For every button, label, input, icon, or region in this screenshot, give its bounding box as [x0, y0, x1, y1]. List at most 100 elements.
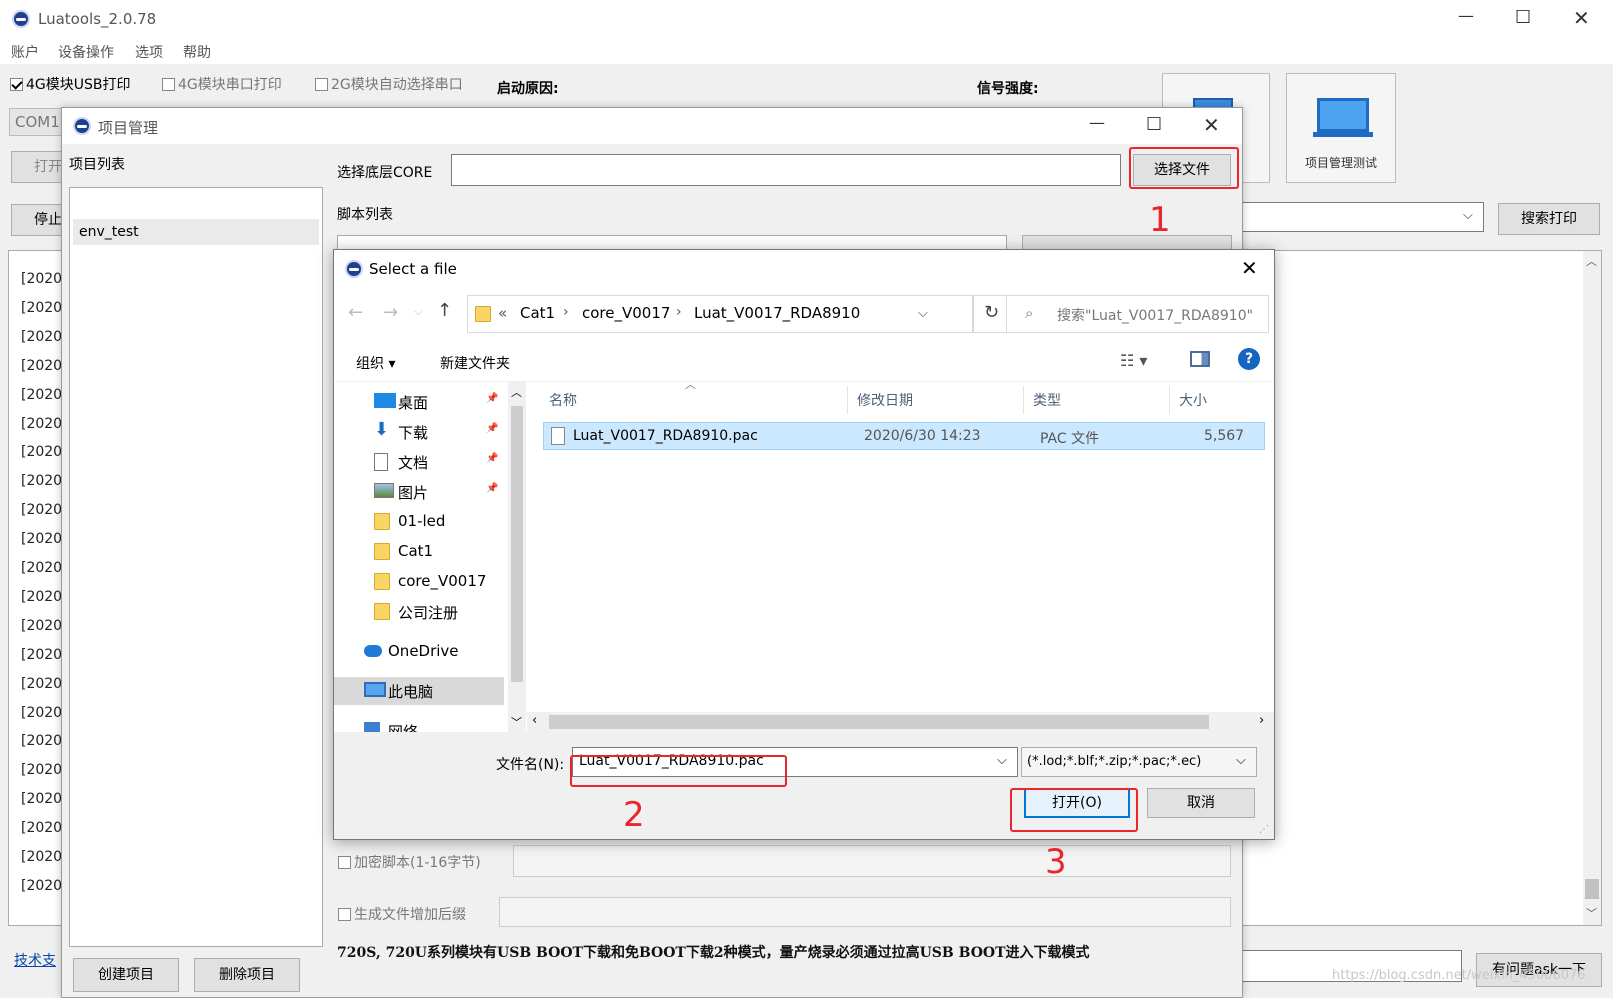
- menu-account[interactable]: 账户: [11, 42, 39, 62]
- breadcrumb-luat[interactable]: Luat_V0017_RDA8910: [694, 304, 860, 322]
- nav-scroll-down-icon[interactable]: ﹀: [511, 714, 522, 730]
- file-row[interactable]: Luat_V0017_RDA8910.pac 2020/6/30 14:23 P…: [543, 422, 1265, 450]
- nav-item-label: 桌面: [398, 394, 429, 412]
- usb-print-checkbox[interactable]: [10, 78, 23, 91]
- hscroll-thumb[interactable]: [549, 715, 1209, 729]
- filename-label: 文件名(N):: [496, 757, 565, 773]
- menu-device-ops[interactable]: 设备操作: [58, 42, 114, 62]
- project-close-icon[interactable]: ✕: [1203, 113, 1220, 137]
- nav-scroll-thumb[interactable]: [511, 406, 523, 682]
- col-size[interactable]: 大小: [1179, 390, 1207, 410]
- nav-item[interactable]: 桌面 📌: [334, 388, 504, 416]
- cloud-icon: [364, 645, 382, 657]
- help-icon[interactable]: ?: [1238, 348, 1260, 370]
- scroll-down-icon[interactable]: ﹀: [1586, 905, 1597, 921]
- maximize-icon[interactable]: ☐: [1515, 7, 1531, 28]
- back-icon[interactable]: ←: [348, 302, 363, 323]
- watermark: https://blog.csdn.net/weixin_45006076: [1332, 968, 1586, 983]
- project-manage-test-button[interactable]: 项目管理测试: [1286, 73, 1396, 183]
- nav-item-label: 公司注册: [398, 604, 459, 622]
- filename-dropdown-icon[interactable]: ⌵: [997, 753, 1007, 768]
- pin-icon: 📌: [486, 423, 499, 434]
- nav-scrollbar[interactable]: ︿ ﹀: [508, 382, 526, 732]
- project-item-env-test[interactable]: env_test: [73, 219, 319, 245]
- usb-boot-notice: 720S, 720U系列模块有USB BOOT下载和免BOOT下载2种模式，量产…: [337, 945, 1090, 961]
- dialog-cancel-button[interactable]: 取消: [1147, 788, 1255, 818]
- file-dialog: Select a file ✕ ← → ⌵ ↑ « Cat1 › core_V0…: [333, 249, 1275, 840]
- option-auto-serial[interactable]: 2G模块自动选择串口: [315, 74, 463, 94]
- serial-print-checkbox[interactable]: [162, 78, 175, 91]
- address-dropdown-icon[interactable]: ⌵: [918, 306, 928, 321]
- option-serial-print[interactable]: 4G模块串口打印: [162, 74, 282, 94]
- search-print-button[interactable]: 搜索打印: [1498, 203, 1600, 235]
- menu-options[interactable]: 选项: [135, 42, 163, 62]
- nav-item[interactable]: 文档 📌: [334, 448, 504, 476]
- nav-item[interactable]: ⬇ 下载 📌: [334, 418, 504, 446]
- scroll-thumb[interactable]: [1585, 879, 1599, 899]
- nav-item[interactable]: 此电脑: [334, 677, 504, 705]
- port-select[interactable]: ⌵: [1240, 202, 1484, 232]
- suffix-checkbox[interactable]: [338, 908, 351, 921]
- encrypt-option[interactable]: 加密脚本(1-16字节): [338, 852, 481, 872]
- hscroll-right-icon[interactable]: ›: [1259, 713, 1264, 728]
- nav-item[interactable]: 公司注册: [334, 598, 504, 626]
- project-minimize-icon[interactable]: —: [1089, 113, 1105, 132]
- tech-support-link[interactable]: 技术支: [14, 950, 56, 970]
- recent-chevron-icon[interactable]: ⌵: [414, 305, 422, 319]
- filetype-select[interactable]: (*.lod;*.blf;*.zip;*.pac;*.ec) ⌵: [1021, 747, 1257, 777]
- pin-icon: 📌: [486, 453, 499, 464]
- resize-grip-icon[interactable]: ⋰: [1259, 824, 1269, 835]
- organize-button[interactable]: 组织 ▾: [356, 353, 395, 373]
- create-project-button[interactable]: 创建项目: [73, 958, 179, 992]
- auto-serial-checkbox[interactable]: [315, 78, 328, 91]
- nav-item[interactable]: core_V0017: [334, 568, 504, 596]
- core-path-input[interactable]: [451, 154, 1121, 186]
- log-scrollbar[interactable]: ︿ ﹀: [1583, 251, 1601, 925]
- col-name[interactable]: 名称: [549, 390, 577, 410]
- minimize-icon[interactable]: —: [1458, 6, 1474, 25]
- breadcrumb-cat1[interactable]: Cat1: [520, 304, 555, 322]
- chevron-down-icon: ⌵: [1463, 208, 1473, 223]
- new-folder-button[interactable]: 新建文件夹: [440, 353, 510, 373]
- nav-item[interactable]: 图片 📌: [334, 478, 504, 506]
- com-select[interactable]: COM1: [9, 108, 69, 136]
- up-icon[interactable]: ↑: [437, 300, 452, 321]
- nav-scroll-up-icon[interactable]: ︿: [511, 384, 522, 400]
- dialog-close-icon[interactable]: ✕: [1241, 256, 1258, 280]
- option-usb-print[interactable]: 4G模块USB打印: [10, 74, 131, 94]
- filetype-dropdown-icon[interactable]: ⌵: [1236, 753, 1246, 768]
- scroll-up-icon[interactable]: ︿: [1586, 253, 1597, 269]
- project-maximize-icon[interactable]: ☐: [1146, 114, 1162, 135]
- encrypt-checkbox[interactable]: [338, 856, 351, 869]
- column-header-row: 名称 修改日期 类型 大小: [527, 382, 1274, 414]
- nav-item-label: OneDrive: [388, 642, 459, 660]
- main-title: Luatools_2.0.78: [38, 10, 157, 28]
- col-date[interactable]: 修改日期: [857, 390, 913, 410]
- close-icon[interactable]: ✕: [1573, 6, 1590, 30]
- nav-pane: 桌面 📌 ⬇ 下载 📌 文档 📌 图片 📌 01-led Cat1 core_V0017 公司注册 One…: [334, 382, 527, 741]
- nav-item[interactable]: Cat1: [334, 538, 504, 566]
- desktop-icon: [374, 393, 396, 408]
- menu-help[interactable]: 帮助: [183, 42, 211, 62]
- folder-icon: [374, 603, 390, 620]
- file-doc-icon: [551, 427, 565, 445]
- hscroll-left-icon[interactable]: ‹: [532, 713, 537, 728]
- nav-item[interactable]: OneDrive: [334, 638, 504, 666]
- encrypt-key-input[interactable]: [513, 845, 1231, 877]
- search-box[interactable]: ⌕ 搜索"Luat_V0017_RDA8910": [1006, 295, 1269, 333]
- suffix-input[interactable]: [499, 897, 1231, 927]
- project-list-label: 项目列表: [69, 157, 125, 173]
- project-title-bar: 项目管理 — ☐ ✕: [62, 108, 1242, 144]
- project-list[interactable]: env_test: [69, 187, 323, 947]
- preview-pane-icon[interactable]: [1190, 351, 1210, 367]
- address-bar[interactable]: « Cat1 › core_V0017 › Luat_V0017_RDA8910…: [467, 295, 973, 333]
- nav-item[interactable]: 01-led: [334, 508, 504, 536]
- delete-project-button[interactable]: 删除项目: [194, 958, 300, 992]
- folder-icon: [374, 573, 390, 590]
- file-hscrollbar[interactable]: ‹ ›: [527, 712, 1274, 732]
- forward-icon[interactable]: →: [383, 302, 398, 323]
- col-type[interactable]: 类型: [1033, 390, 1061, 410]
- breadcrumb-core[interactable]: core_V0017: [582, 304, 670, 322]
- view-options-icon[interactable]: ☷ ▾: [1120, 351, 1147, 370]
- suffix-option[interactable]: 生成文件增加后缀: [338, 904, 466, 924]
